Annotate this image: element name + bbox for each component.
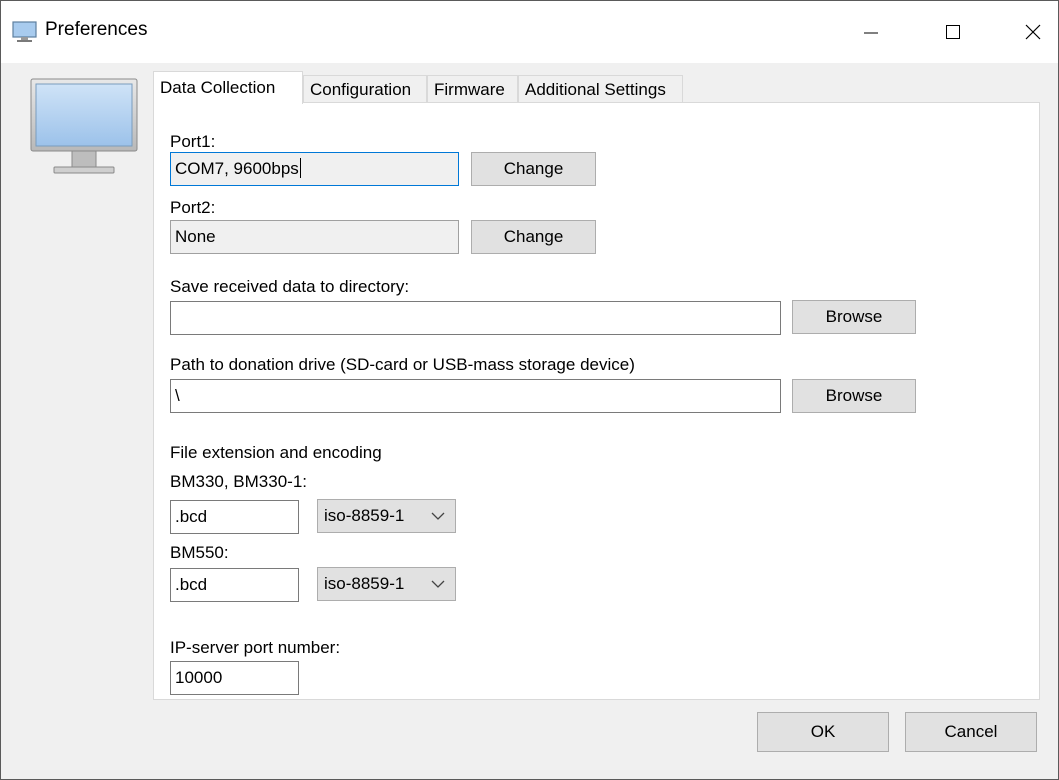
ok-button[interactable]: OK [757, 712, 889, 752]
ip-server-port-label: IP-server port number: [170, 638, 341, 657]
port1-label: Port1: [170, 132, 216, 151]
minimize-button[interactable] [839, 1, 903, 63]
bm330-encoding-select[interactable]: iso-8859-1 [317, 499, 456, 533]
tab-configuration[interactable]: Configuration [303, 75, 427, 103]
bm330-label: BM330, BM330-1: [170, 472, 308, 491]
tab-additional-settings[interactable]: Additional Settings [518, 75, 683, 103]
encoding-section-title: File extension and encoding [170, 443, 382, 462]
maximize-icon [946, 25, 960, 39]
bm550-extension-field[interactable]: .bcd [170, 568, 299, 602]
minimize-icon [864, 32, 878, 34]
maximize-button[interactable] [921, 1, 985, 63]
donation-drive-browse-button[interactable]: Browse [792, 379, 916, 413]
save-directory-browse-button[interactable]: Browse [792, 300, 916, 334]
bm550-encoding-select[interactable]: iso-8859-1 [317, 567, 456, 601]
tab-data-collection[interactable]: Data Collection [153, 71, 303, 104]
donation-drive-label: Path to donation drive (SD-card or USB-m… [170, 355, 635, 374]
tab-firmware[interactable]: Firmware [427, 75, 518, 103]
monitor-icon [30, 78, 138, 183]
save-directory-label: Save received data to directory: [170, 277, 410, 296]
close-icon [1025, 24, 1041, 40]
close-button[interactable] [1001, 1, 1059, 63]
port1-change-button[interactable]: Change [471, 152, 596, 186]
preferences-window: Preferences Data Collection Configuratio… [0, 0, 1059, 780]
chevron-down-icon [431, 580, 445, 588]
port2-label: Port2: [170, 198, 216, 217]
port1-field[interactable]: COM7, 9600bps [170, 152, 459, 186]
text-caret [299, 158, 301, 179]
port2-change-button[interactable]: Change [471, 220, 596, 254]
bm550-label: BM550: [170, 543, 229, 562]
ip-server-port-field[interactable]: 10000 [170, 661, 299, 695]
data-collection-panel: Port1: COM7, 9600bps Change Port2: None … [153, 102, 1040, 700]
donation-drive-field[interactable]: \ [170, 379, 781, 413]
port2-field[interactable]: None [170, 220, 459, 254]
chevron-down-icon [431, 512, 445, 520]
save-directory-field[interactable] [170, 301, 781, 335]
bm330-extension-field[interactable]: .bcd [170, 500, 299, 534]
title-bar[interactable]: Preferences [1, 1, 1058, 63]
window-title: Preferences [45, 19, 148, 40]
cancel-button[interactable]: Cancel [905, 712, 1037, 752]
monitor-icon [12, 21, 37, 43]
